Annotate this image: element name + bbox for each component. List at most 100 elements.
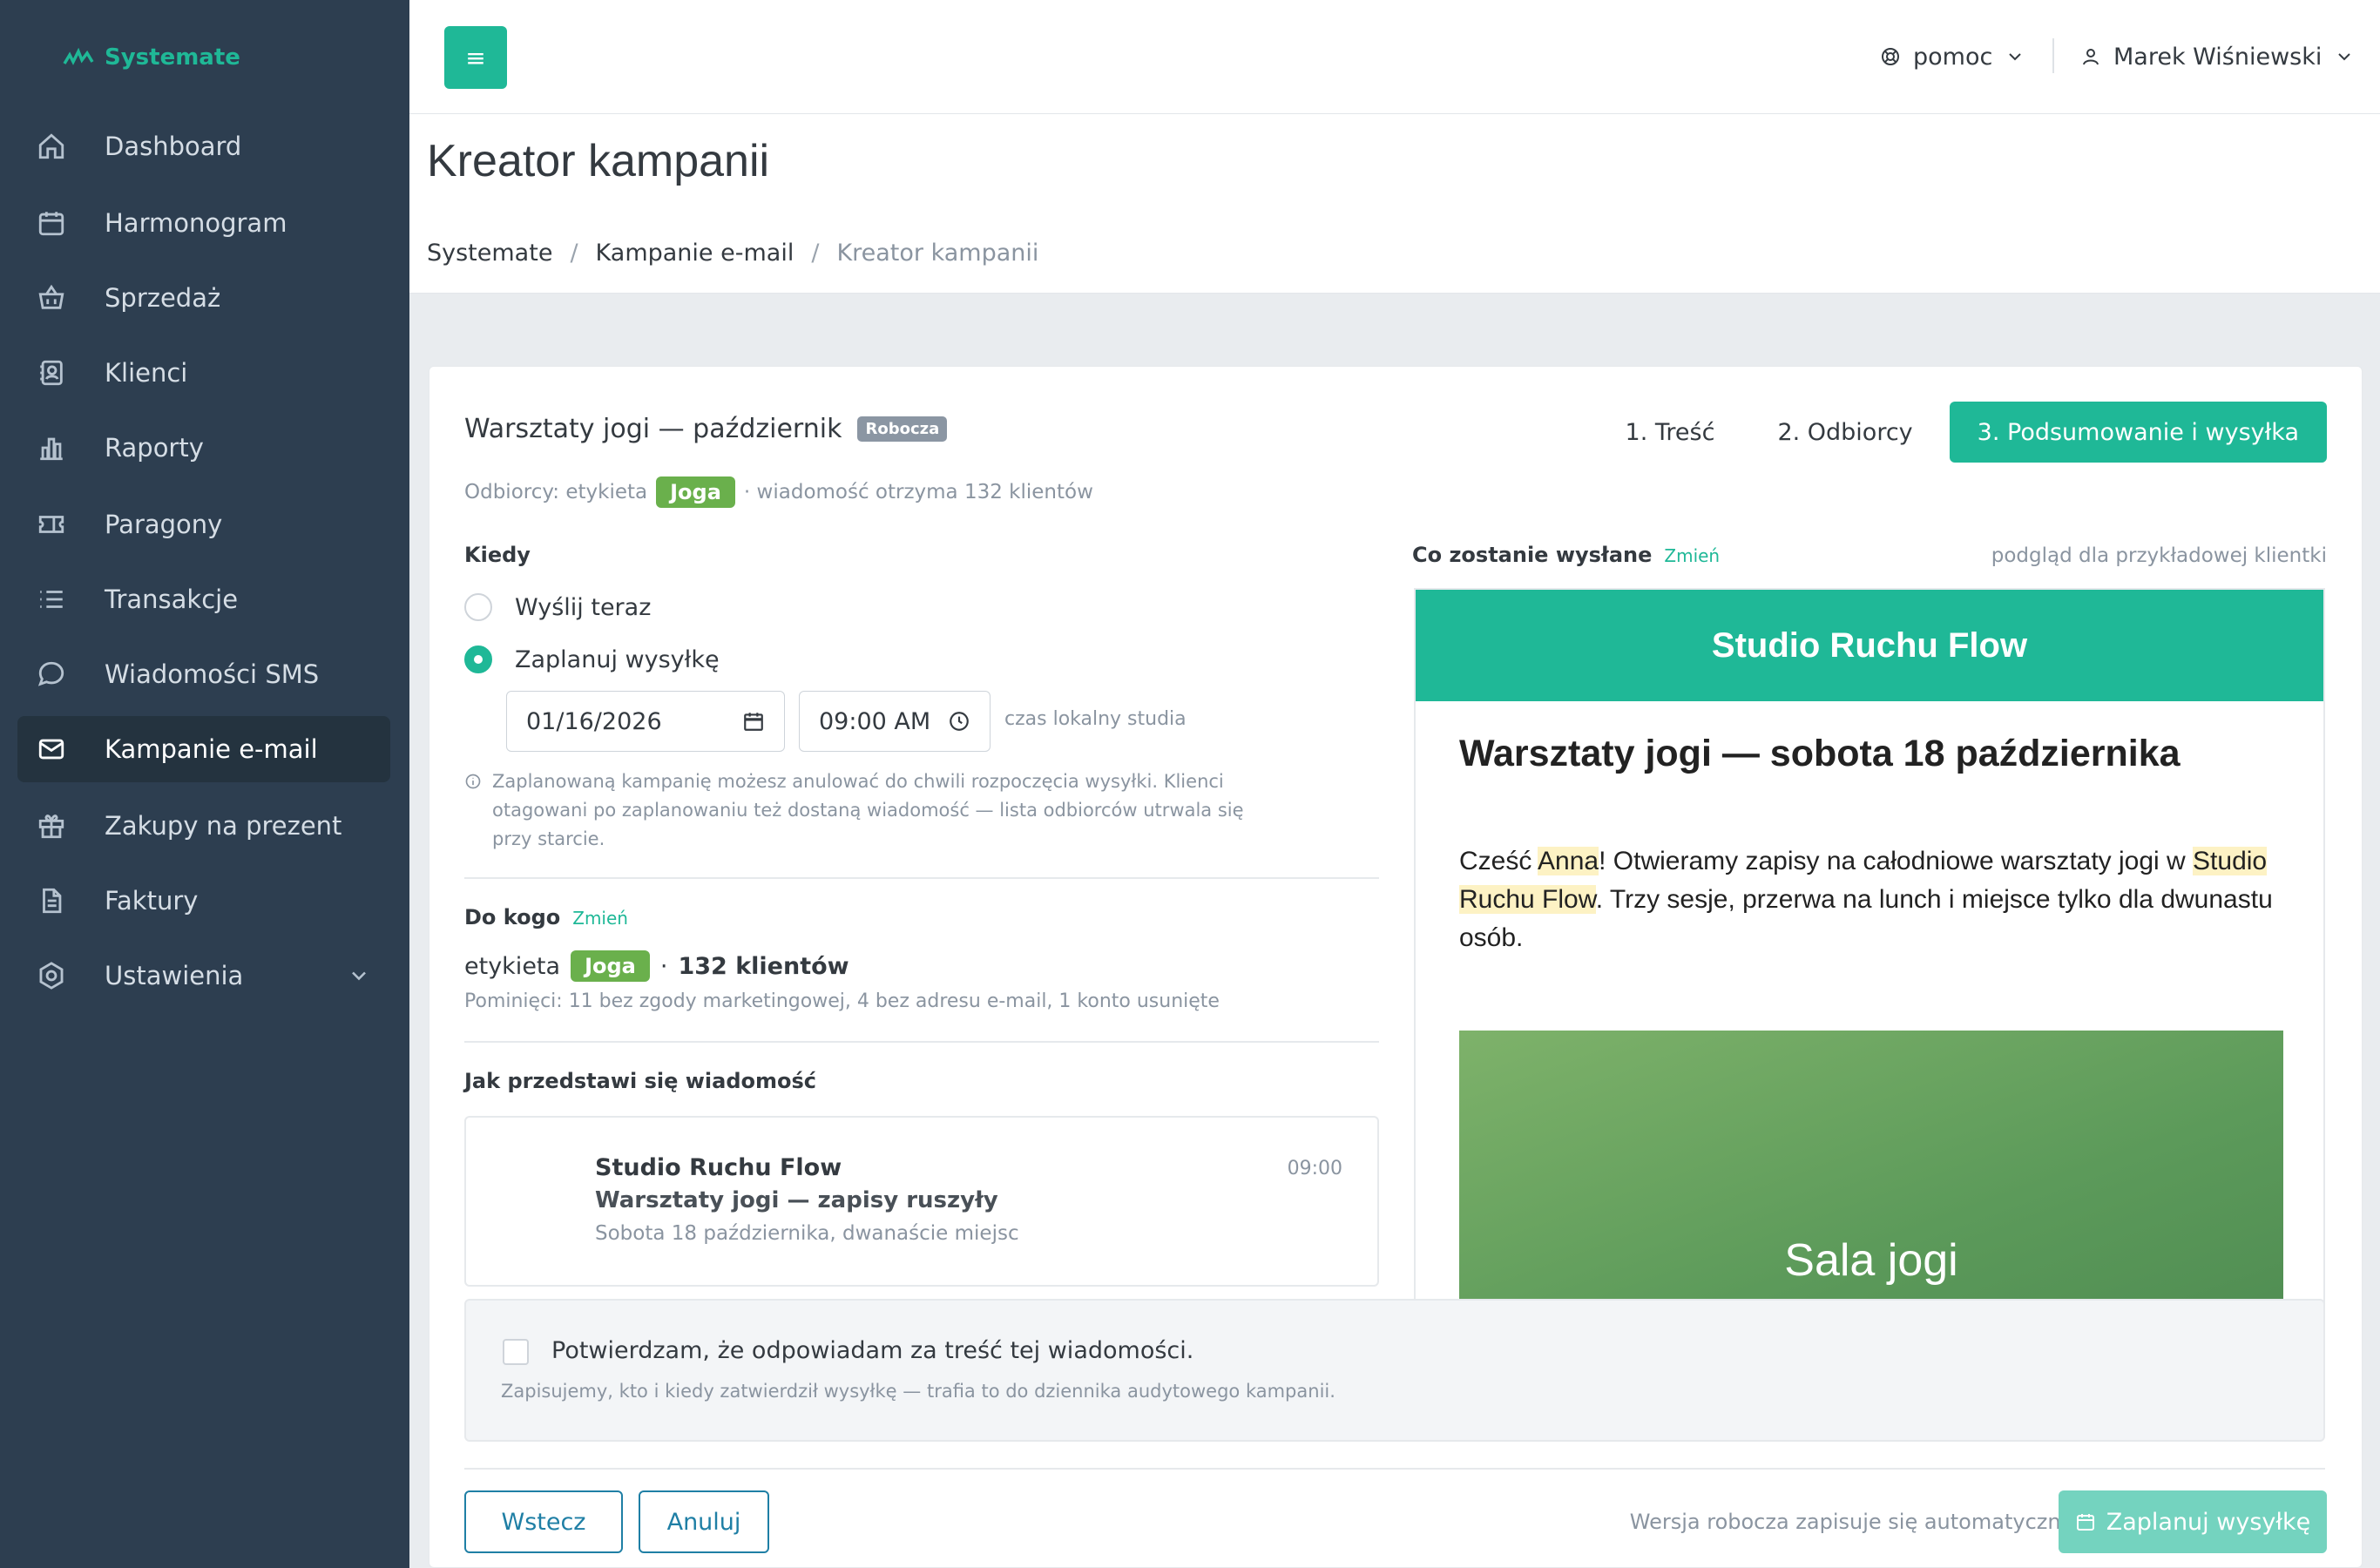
- calendar-icon: [2076, 1514, 2094, 1531]
- radio-label: Zaplanuj wysyłkę: [515, 645, 720, 673]
- radio-label: Wyślij teraz: [515, 593, 652, 621]
- section-label-email-preview: Co zostanie wysłane Zmień: [1412, 543, 1720, 567]
- sidebar-item-harmonogram[interactable]: Harmonogram: [17, 190, 390, 256]
- app-logo[interactable]: Systemate: [63, 40, 240, 75]
- audience-count: 132 klientów: [678, 952, 849, 980]
- clock-icon[interactable]: [948, 710, 970, 733]
- wizard-steps: 1. Treść 2. Odbiorcy 3. Podsumowanie i w…: [1594, 402, 2327, 463]
- calendar-icon: [35, 206, 68, 240]
- lifebuoy-icon: [1882, 48, 1899, 65]
- body-text: Cześć: [1459, 847, 1538, 875]
- button-label: Zaplanuj wysyłkę: [2106, 1508, 2311, 1536]
- cancel-button[interactable]: Anuluj: [639, 1490, 769, 1553]
- tab-recipients[interactable]: 2. Odbiorcy: [1746, 402, 1944, 463]
- chevron-down-icon: [2338, 53, 2351, 61]
- timezone-hint: czas lokalny studia: [1004, 708, 1187, 730]
- sidebar-item-sprzedaz[interactable]: Sprzedaż: [17, 265, 390, 331]
- sidebar-item-label: Wiadomości SMS: [105, 659, 320, 689]
- inbox-sender: Studio Ruchu Flow: [595, 1154, 842, 1181]
- confirm-subtext: Zapisujemy, kto i kiedy zatwierdził wysy…: [501, 1381, 1335, 1402]
- page-header: Kreator kampanii Systemate / Kampanie e-…: [409, 114, 2380, 294]
- note-text: Zaplanowaną kampanię możesz anulować do …: [492, 771, 1244, 849]
- tab-content[interactable]: 1. Treść: [1594, 402, 1747, 463]
- date-input[interactable]: 01/16/2026: [506, 691, 785, 752]
- status-badge: Robocza: [857, 416, 948, 442]
- radio-schedule[interactable]: Zaplanuj wysyłkę: [464, 645, 720, 673]
- help-menu[interactable]: pomoc: [1880, 38, 2025, 75]
- page-title: Kreator kampanii: [427, 136, 770, 186]
- breadcrumb-link[interactable]: Kampanie e-mail: [596, 240, 794, 267]
- sidebar-item-label: Zakupy na prezent: [105, 811, 342, 841]
- sidebar-item-label: Klienci: [105, 358, 188, 388]
- inbox-time: 09:00: [1287, 1158, 1342, 1179]
- skipped-summary: Pominięci: 11 bez zgody marketingowej, 4…: [464, 990, 1220, 1012]
- logo-icon: [63, 48, 94, 65]
- sidebar-item-paragony[interactable]: Paragony: [17, 491, 390, 558]
- tab-summary[interactable]: 3. Podsumowanie i wysyłka: [1949, 402, 2327, 463]
- divider: [464, 1468, 2325, 1470]
- email-preview: Studio Ruchu Flow Warsztaty jogi — sobot…: [1414, 588, 2325, 1372]
- divider: [2052, 38, 2054, 73]
- app-name: Systemate: [105, 44, 240, 71]
- autosave-status: Wersja robocza zapisuje się automatyczni…: [1629, 1510, 2079, 1534]
- bar-chart-icon: [35, 431, 68, 464]
- change-recipients-link[interactable]: Zmień: [572, 908, 628, 929]
- campaign-title: Warsztaty jogi — październik Robocza: [464, 414, 948, 444]
- breadcrumb-separator: /: [570, 240, 578, 267]
- breadcrumb-current: Kreator kampanii: [836, 240, 1039, 267]
- sidebar-item-dashboard[interactable]: Dashboard: [17, 113, 390, 179]
- inbox-subject: Warsztaty jogi — zapisy ruszyły: [595, 1187, 998, 1213]
- confirm-checkbox[interactable]: [503, 1339, 529, 1365]
- confirm-label[interactable]: Potwierdzam, że odpowiadam za treść tej …: [551, 1337, 1193, 1364]
- sidebar-item-prezent[interactable]: Zakupy na prezent: [17, 793, 390, 859]
- sidebar-item-label: Kampanie e-mail: [105, 734, 318, 764]
- user-menu[interactable]: Marek Wiśniewski: [2080, 38, 2355, 75]
- sidebar-item-label: Harmonogram: [105, 208, 287, 238]
- gear-icon: [35, 959, 68, 992]
- ticket-icon: [35, 508, 68, 541]
- sidebar-item-ustawienia[interactable]: Ustawienia: [17, 943, 390, 1009]
- back-button[interactable]: Wstecz: [464, 1490, 623, 1553]
- image-caption: Sala jogi: [1784, 1235, 1958, 1286]
- sidebar: Systemate Dashboard Harmonogram Sprzedaż…: [0, 0, 409, 1568]
- contacts-icon: [35, 356, 68, 389]
- menu-toggle-button[interactable]: ≡: [444, 26, 507, 89]
- info-icon: [465, 774, 481, 789]
- breadcrumb-link[interactable]: Systemate: [427, 240, 552, 267]
- chevron-down-icon: [2009, 53, 2022, 61]
- breadcrumb-separator: /: [811, 240, 820, 267]
- top-bar: ≡ pomoc Marek Wiśniewski: [409, 0, 2380, 114]
- radio-button[interactable]: [464, 593, 492, 621]
- sidebar-item-transakcje[interactable]: Transakcje: [17, 566, 390, 632]
- radio-send-now[interactable]: Wyślij teraz: [464, 593, 651, 621]
- change-content-link[interactable]: Zmień: [1664, 545, 1720, 566]
- confirm-box: Potwierdzam, że odpowiadam za treść tej …: [464, 1299, 2325, 1442]
- sidebar-item-label: Transakcje: [105, 585, 239, 614]
- list-icon: [35, 583, 68, 616]
- email-hero-image: Sala jogi: [1459, 1031, 2283, 1344]
- sidebar-item-label: Paragony: [105, 510, 223, 539]
- chevron-down-icon[interactable]: [347, 963, 371, 988]
- sidebar-item-label: Ustawienia: [105, 961, 244, 990]
- hamburger-icon: ≡: [465, 43, 486, 72]
- user-name: Marek Wiśniewski: [2113, 43, 2323, 71]
- sidebar-item-raporty[interactable]: Raporty: [17, 415, 390, 481]
- sidebar-item-faktury[interactable]: Faktury: [17, 868, 390, 934]
- time-input[interactable]: 09:00 AM: [799, 691, 991, 752]
- schedule-send-button[interactable]: Zaplanuj wysyłkę: [2059, 1490, 2327, 1553]
- section-title: Do kogo: [464, 905, 561, 929]
- sidebar-item-label: Faktury: [105, 886, 199, 916]
- calendar-icon[interactable]: [742, 710, 765, 733]
- inbox-preheader: Sobota 18 października, dwanaście miejsc: [595, 1222, 1019, 1245]
- basket-icon: [35, 281, 68, 314]
- sidebar-item-sms[interactable]: Wiadomości SMS: [17, 641, 390, 707]
- section-title: Co zostanie wysłane: [1412, 543, 1653, 567]
- section-label-to-whom: Do kogo Zmień: [464, 905, 628, 929]
- schedule-note: Zaplanowaną kampanię możesz anulować do …: [464, 767, 1248, 854]
- date-value: 01/16/2026: [526, 707, 662, 735]
- document-icon: [35, 884, 68, 917]
- radio-button-selected[interactable]: [464, 645, 492, 673]
- sidebar-item-klienci[interactable]: Klienci: [17, 340, 390, 406]
- sidebar-item-kampanie[interactable]: Kampanie e-mail: [17, 716, 390, 782]
- audience-prefix: etykieta: [464, 952, 561, 980]
